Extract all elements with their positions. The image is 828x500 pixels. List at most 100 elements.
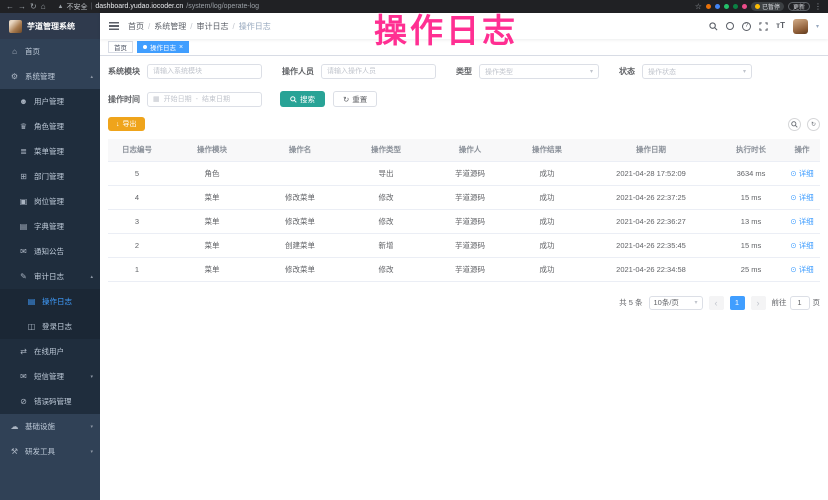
url-path: /system/log/operate-log <box>186 3 259 10</box>
address-divider: | <box>91 3 93 10</box>
hamburger-icon[interactable] <box>109 22 119 30</box>
tab-home[interactable]: 首页 <box>108 41 133 53</box>
page-unit-label: 页 <box>813 297 821 308</box>
sidebar-item-system-management[interactable]: ⚙ 系统管理 ▴ <box>0 64 100 89</box>
table-body: 5角色导出芋道源码成功2021-04-28 17:52:093634 ms⊙ 详… <box>108 161 820 281</box>
sidebar-item-label: 用户管理 <box>34 96 64 107</box>
extension-icon[interactable] <box>733 4 738 9</box>
sidebar-item-audit-log[interactable]: ✎审计日志▴ <box>0 264 100 289</box>
sidebar-item-online-users[interactable]: ⇄在线用户 <box>0 339 100 364</box>
operator-input[interactable] <box>321 64 436 79</box>
column-header: 操作结果 <box>510 139 584 161</box>
cell-id: 2 <box>108 233 166 257</box>
sidebar-item-error-code-management[interactable]: ⊘错误码管理 <box>0 389 100 414</box>
chevron-up-icon: ▴ <box>90 74 93 80</box>
status-label: 状态 <box>619 66 635 77</box>
sidebar-item-post-management[interactable]: ▣岗位管理 <box>0 189 100 214</box>
infra-icon: ☁ <box>10 422 19 431</box>
browser-menu-icon[interactable]: ⋮ <box>814 3 822 11</box>
date-range-picker[interactable]: ▦ 开始日期 - 结束日期 <box>147 92 262 107</box>
search-icon[interactable] <box>709 22 718 31</box>
docs-icon[interactable]: ? <box>742 22 751 31</box>
detail-link[interactable]: ⊙ 详细 <box>790 265 813 274</box>
toggle-search-icon[interactable] <box>788 118 801 131</box>
tab-active-operate-log[interactable]: 操作日志× <box>137 41 189 53</box>
sidebar-item-notice[interactable]: ✉通知公告 <box>0 239 100 264</box>
operate-log-table: 日志编号操作模块操作名操作类型操作人操作结果操作日期执行时长操作 5角色导出芋道… <box>108 139 820 282</box>
extension-icon[interactable] <box>715 4 720 9</box>
goto-page: 前往 页 <box>772 296 821 310</box>
extension-icon[interactable] <box>724 4 729 9</box>
sidebar-item-infrastructure[interactable]: ☁基础设施▾ <box>0 414 100 439</box>
sidebar-item-sms-management[interactable]: ✉短信管理▾ <box>0 364 100 389</box>
sidebar-item-dept-management[interactable]: ⊞部门管理 <box>0 164 100 189</box>
font-size-icon[interactable]: ᴛT <box>776 22 785 30</box>
sidebar-item-label: 基础设施 <box>25 421 55 432</box>
sidebar-item-dict-management[interactable]: ▤字典管理 <box>0 214 100 239</box>
sidebar-item-dev-tools[interactable]: ⚒研发工具▾ <box>0 439 100 464</box>
module-input[interactable] <box>147 64 262 79</box>
goto-page-input[interactable] <box>790 296 810 310</box>
sidebar-item-operate-log[interactable]: ▤操作日志 <box>0 289 100 314</box>
browser-back-icon[interactable]: ← <box>6 3 14 11</box>
breadcrumb-item[interactable]: 系统管理 <box>154 21 186 32</box>
page-number-1[interactable]: 1 <box>730 296 745 310</box>
detail-link[interactable]: ⊙ 详细 <box>790 241 813 250</box>
sidebar-item-label: 系统管理 <box>25 71 55 82</box>
column-header: 操作模块 <box>166 139 258 161</box>
table-row: 4菜单修改菜单修改芋道源码成功2021-04-26 22:37:2515 ms⊙… <box>108 185 820 209</box>
address-bar[interactable]: ▲ 不安全 | dashboard.yudao.iocoder.cn/syste… <box>58 2 260 12</box>
browser-forward-icon[interactable]: → <box>18 3 26 11</box>
bookmark-star-icon[interactable]: ☆ <box>695 3 702 11</box>
breadcrumb-item[interactable]: 审计日志 <box>196 21 228 32</box>
cell-id: 1 <box>108 257 166 281</box>
view-icon: ⊙ <box>790 169 798 178</box>
sidebar-item-label: 审计日志 <box>34 271 64 282</box>
sidebar-item-user-management[interactable]: ☻用户管理 <box>0 89 100 114</box>
detail-link-label: 详细 <box>799 241 814 250</box>
cell-operator: 芋道源码 <box>430 161 510 185</box>
sidebar-item-label: 首页 <box>25 46 40 57</box>
page-size-select[interactable]: 10条/页 ▾ <box>649 296 703 310</box>
dept-icon: ⊞ <box>19 172 28 181</box>
status-select-placeholder: 操作状态 <box>648 67 676 77</box>
update-button[interactable]: 更新 <box>788 2 810 11</box>
browser-reload-icon[interactable]: ↻ <box>30 3 37 11</box>
sidebar-item-login-log[interactable]: ◫登录日志 <box>0 314 100 339</box>
github-icon[interactable] <box>726 22 734 30</box>
cell-result: 成功 <box>510 209 584 233</box>
reset-button[interactable]: ↻ 重置 <box>333 91 377 107</box>
security-label: 不安全 <box>67 2 88 12</box>
status-select[interactable]: 操作状态 ▾ <box>642 64 752 79</box>
next-page-button[interactable]: › <box>751 296 766 310</box>
sidebar-logo[interactable]: 芋道管理系统 <box>0 13 100 39</box>
type-select[interactable]: 操作类型 ▾ <box>479 64 599 79</box>
prev-page-button[interactable]: ‹ <box>709 296 724 310</box>
profile-chip[interactable]: 已暂停 <box>751 2 784 11</box>
user-avatar[interactable] <box>793 19 808 34</box>
update-button-label: 更新 <box>793 2 805 11</box>
extension-icon[interactable] <box>706 4 711 9</box>
close-icon[interactable]: × <box>179 44 183 51</box>
breadcrumb-item[interactable]: 首页 <box>128 21 144 32</box>
detail-link[interactable]: ⊙ 详细 <box>790 169 813 178</box>
search-button[interactable]: 搜索 <box>280 91 325 107</box>
sidebar-item-home[interactable]: ⌂首页 <box>0 39 100 64</box>
cell-operator: 芋道源码 <box>430 209 510 233</box>
detail-link[interactable]: ⊙ 详细 <box>790 193 813 202</box>
sidebar-item-menu-management[interactable]: ≣菜单管理 <box>0 139 100 164</box>
sidebar-item-label: 字典管理 <box>34 221 64 232</box>
refresh-table-icon[interactable]: ↻ <box>807 118 820 131</box>
cell-action: ⊙ 详细 <box>784 257 820 281</box>
cell-operator: 芋道源码 <box>430 233 510 257</box>
export-button[interactable]: ↓ 导出 <box>108 117 145 131</box>
extension-icon[interactable] <box>742 4 747 9</box>
browser-home-icon[interactable]: ⌂ <box>41 3 46 11</box>
login-log-icon: ◫ <box>27 322 36 331</box>
sidebar-item-role-management[interactable]: ♛角色管理 <box>0 114 100 139</box>
detail-link[interactable]: ⊙ 详细 <box>790 217 813 226</box>
fullscreen-icon[interactable] <box>759 22 768 31</box>
operate-log-icon: ▤ <box>27 297 36 306</box>
gear-icon: ⚙ <box>10 72 19 81</box>
avatar-caret-down-icon[interactable]: ▾ <box>816 23 819 30</box>
